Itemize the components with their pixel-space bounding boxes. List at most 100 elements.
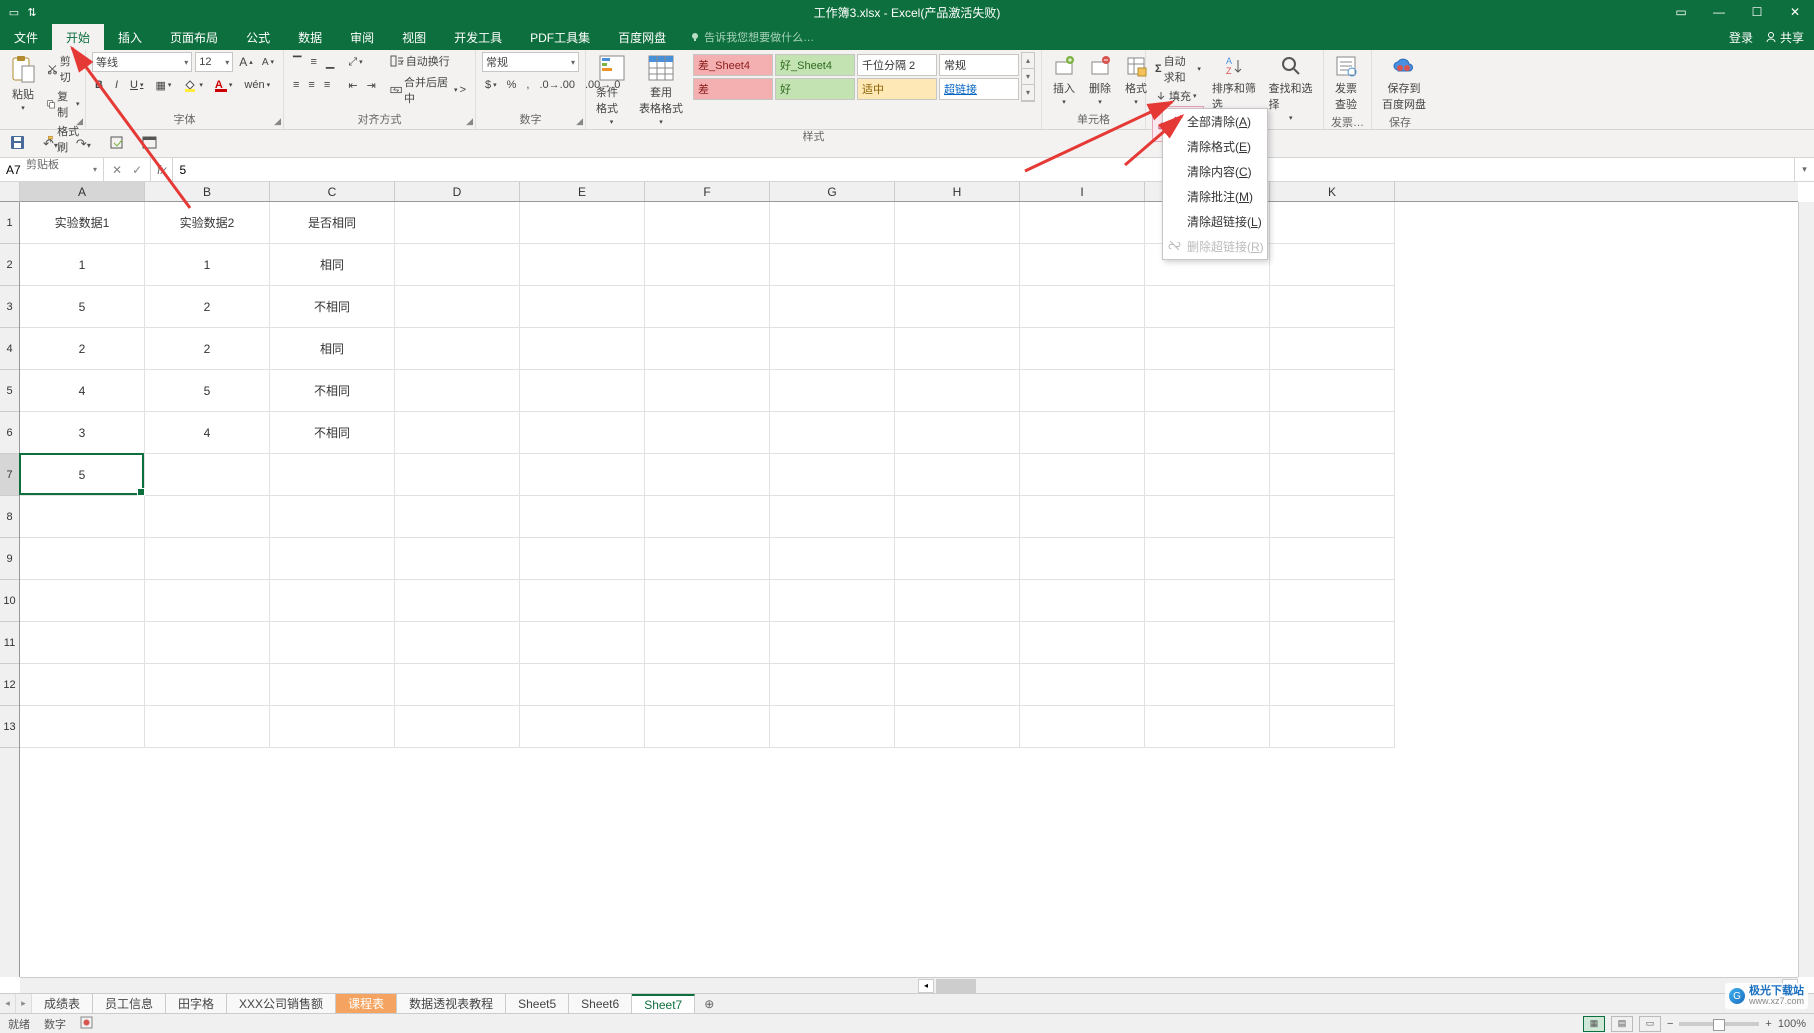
row-header-1[interactable]: 1 bbox=[0, 202, 19, 244]
clear-menu-item-1[interactable]: 清除格式(E) bbox=[1163, 134, 1267, 159]
col-header-H[interactable]: H bbox=[895, 182, 1020, 201]
cell-I10[interactable] bbox=[1020, 580, 1145, 622]
col-header-I[interactable]: I bbox=[1020, 182, 1145, 201]
row-header-8[interactable]: 8 bbox=[0, 496, 19, 538]
sheet-tab-Sheet7[interactable]: Sheet7 bbox=[632, 994, 695, 1013]
cell-F6[interactable] bbox=[645, 412, 770, 454]
sheet-tab-员工信息[interactable]: 员工信息 bbox=[93, 994, 166, 1013]
cell-I6[interactable] bbox=[1020, 412, 1145, 454]
cell-H4[interactable] bbox=[895, 328, 1020, 370]
save-baidu-button[interactable]: 保存到 百度网盘 bbox=[1378, 52, 1430, 114]
cell-H13[interactable] bbox=[895, 706, 1020, 748]
decrease-font-button[interactable]: A▾ bbox=[259, 56, 277, 69]
menu-PDF工具集[interactable]: PDF工具集 bbox=[516, 24, 604, 50]
cell-A12[interactable] bbox=[20, 664, 145, 706]
cell-K9[interactable] bbox=[1270, 538, 1395, 580]
cell-F7[interactable] bbox=[645, 454, 770, 496]
cell-I9[interactable] bbox=[1020, 538, 1145, 580]
cell-G2[interactable] bbox=[770, 244, 895, 286]
cut-button[interactable]: 剪切 bbox=[44, 52, 83, 86]
fx-label[interactable]: fx bbox=[151, 158, 173, 181]
cell-E3[interactable] bbox=[520, 286, 645, 328]
cell-D9[interactable] bbox=[395, 538, 520, 580]
cell-A13[interactable] bbox=[20, 706, 145, 748]
spreadsheet-grid[interactable]: ABCDEFGHIJK 12345678910111213 实验数据1实验数据2… bbox=[0, 182, 1814, 993]
cell-C9[interactable] bbox=[270, 538, 395, 580]
format-painter-button[interactable]: 格式刷 bbox=[44, 122, 83, 156]
cell-B10[interactable] bbox=[145, 580, 270, 622]
column-headers[interactable]: ABCDEFGHIJK bbox=[20, 182, 1798, 202]
cell-D6[interactable] bbox=[395, 412, 520, 454]
col-header-K[interactable]: K bbox=[1270, 182, 1395, 201]
menu-文件[interactable]: 文件 bbox=[0, 24, 52, 50]
sheet-tab-数据透视表教程[interactable]: 数据透视表教程 bbox=[397, 994, 506, 1013]
cell-J6[interactable] bbox=[1145, 412, 1270, 454]
cell-B2[interactable]: 1 bbox=[145, 244, 270, 286]
cell-A10[interactable] bbox=[20, 580, 145, 622]
ribbon-display-options[interactable]: ▭ bbox=[1662, 0, 1700, 24]
cell-J7[interactable] bbox=[1145, 454, 1270, 496]
style-scroll-down[interactable]: ▾ bbox=[1022, 69, 1034, 85]
cell-J10[interactable] bbox=[1145, 580, 1270, 622]
row-header-6[interactable]: 6 bbox=[0, 412, 19, 454]
style-scroll-more[interactable]: ▾ bbox=[1022, 85, 1034, 101]
cell-K1[interactable] bbox=[1270, 202, 1395, 244]
cell-F5[interactable] bbox=[645, 370, 770, 412]
style-cell-4[interactable]: 差 bbox=[693, 78, 773, 100]
cell-H9[interactable] bbox=[895, 538, 1020, 580]
cell-J11[interactable] bbox=[1145, 622, 1270, 664]
bold-button[interactable]: B bbox=[92, 78, 106, 92]
fapiao-check-button[interactable]: 发票 查验 bbox=[1330, 52, 1362, 114]
menu-审阅[interactable]: 审阅 bbox=[336, 24, 388, 50]
style-cell-2[interactable]: 千位分隔 2 bbox=[857, 54, 937, 76]
col-header-A[interactable]: A bbox=[20, 182, 145, 201]
close-button[interactable]: ✕ bbox=[1776, 0, 1814, 24]
cell-B12[interactable] bbox=[145, 664, 270, 706]
maximize-button[interactable]: ☐ bbox=[1738, 0, 1776, 24]
alignment-dialog-launcher[interactable]: ◢ bbox=[466, 116, 473, 127]
row-header-5[interactable]: 5 bbox=[0, 370, 19, 412]
cell-K6[interactable] bbox=[1270, 412, 1395, 454]
cell-C5[interactable]: 不相同 bbox=[270, 370, 395, 412]
sheet-tab-成绩表[interactable]: 成绩表 bbox=[32, 994, 93, 1013]
zoom-level[interactable]: 100% bbox=[1778, 1018, 1806, 1030]
cell-B3[interactable]: 2 bbox=[145, 286, 270, 328]
sheet-tab-XXX公司销售额[interactable]: XXX公司销售额 bbox=[227, 994, 336, 1013]
cell-C4[interactable]: 相同 bbox=[270, 328, 395, 370]
cell-K12[interactable] bbox=[1270, 664, 1395, 706]
cell-K3[interactable] bbox=[1270, 286, 1395, 328]
cell-H2[interactable] bbox=[895, 244, 1020, 286]
sheet-tab-Sheet5[interactable]: Sheet5 bbox=[506, 994, 569, 1013]
cell-I1[interactable] bbox=[1020, 202, 1145, 244]
cell-C11[interactable] bbox=[270, 622, 395, 664]
cell-F10[interactable] bbox=[645, 580, 770, 622]
cell-B13[interactable] bbox=[145, 706, 270, 748]
cell-F8[interactable] bbox=[645, 496, 770, 538]
row-header-12[interactable]: 12 bbox=[0, 664, 19, 706]
cell-H11[interactable] bbox=[895, 622, 1020, 664]
border-button[interactable]: ▦▾ bbox=[152, 78, 174, 93]
cell-A9[interactable] bbox=[20, 538, 145, 580]
cell-G3[interactable] bbox=[770, 286, 895, 328]
cell-J8[interactable] bbox=[1145, 496, 1270, 538]
find-select-button[interactable]: 查找和选择▾ bbox=[1264, 52, 1317, 124]
cell-G1[interactable] bbox=[770, 202, 895, 244]
zoom-in-button[interactable]: + bbox=[1765, 1018, 1771, 1030]
cell-F4[interactable] bbox=[645, 328, 770, 370]
cell-A6[interactable]: 3 bbox=[20, 412, 145, 454]
cell-E4[interactable] bbox=[520, 328, 645, 370]
accounting-format-button[interactable]: $▾ bbox=[482, 78, 500, 92]
autosum-button[interactable]: Σ自动求和▾ bbox=[1152, 52, 1204, 86]
clear-menu-item-3[interactable]: 清除批注(M) bbox=[1163, 184, 1267, 209]
cell-E13[interactable] bbox=[520, 706, 645, 748]
sheet-nav-prev[interactable]: ▸ bbox=[16, 994, 32, 1013]
cell-B4[interactable]: 2 bbox=[145, 328, 270, 370]
col-header-G[interactable]: G bbox=[770, 182, 895, 201]
cell-I5[interactable] bbox=[1020, 370, 1145, 412]
cell-I2[interactable] bbox=[1020, 244, 1145, 286]
cell-A2[interactable]: 1 bbox=[20, 244, 145, 286]
cell-B9[interactable] bbox=[145, 538, 270, 580]
cell-D10[interactable] bbox=[395, 580, 520, 622]
row-header-2[interactable]: 2 bbox=[0, 244, 19, 286]
cell-K8[interactable] bbox=[1270, 496, 1395, 538]
